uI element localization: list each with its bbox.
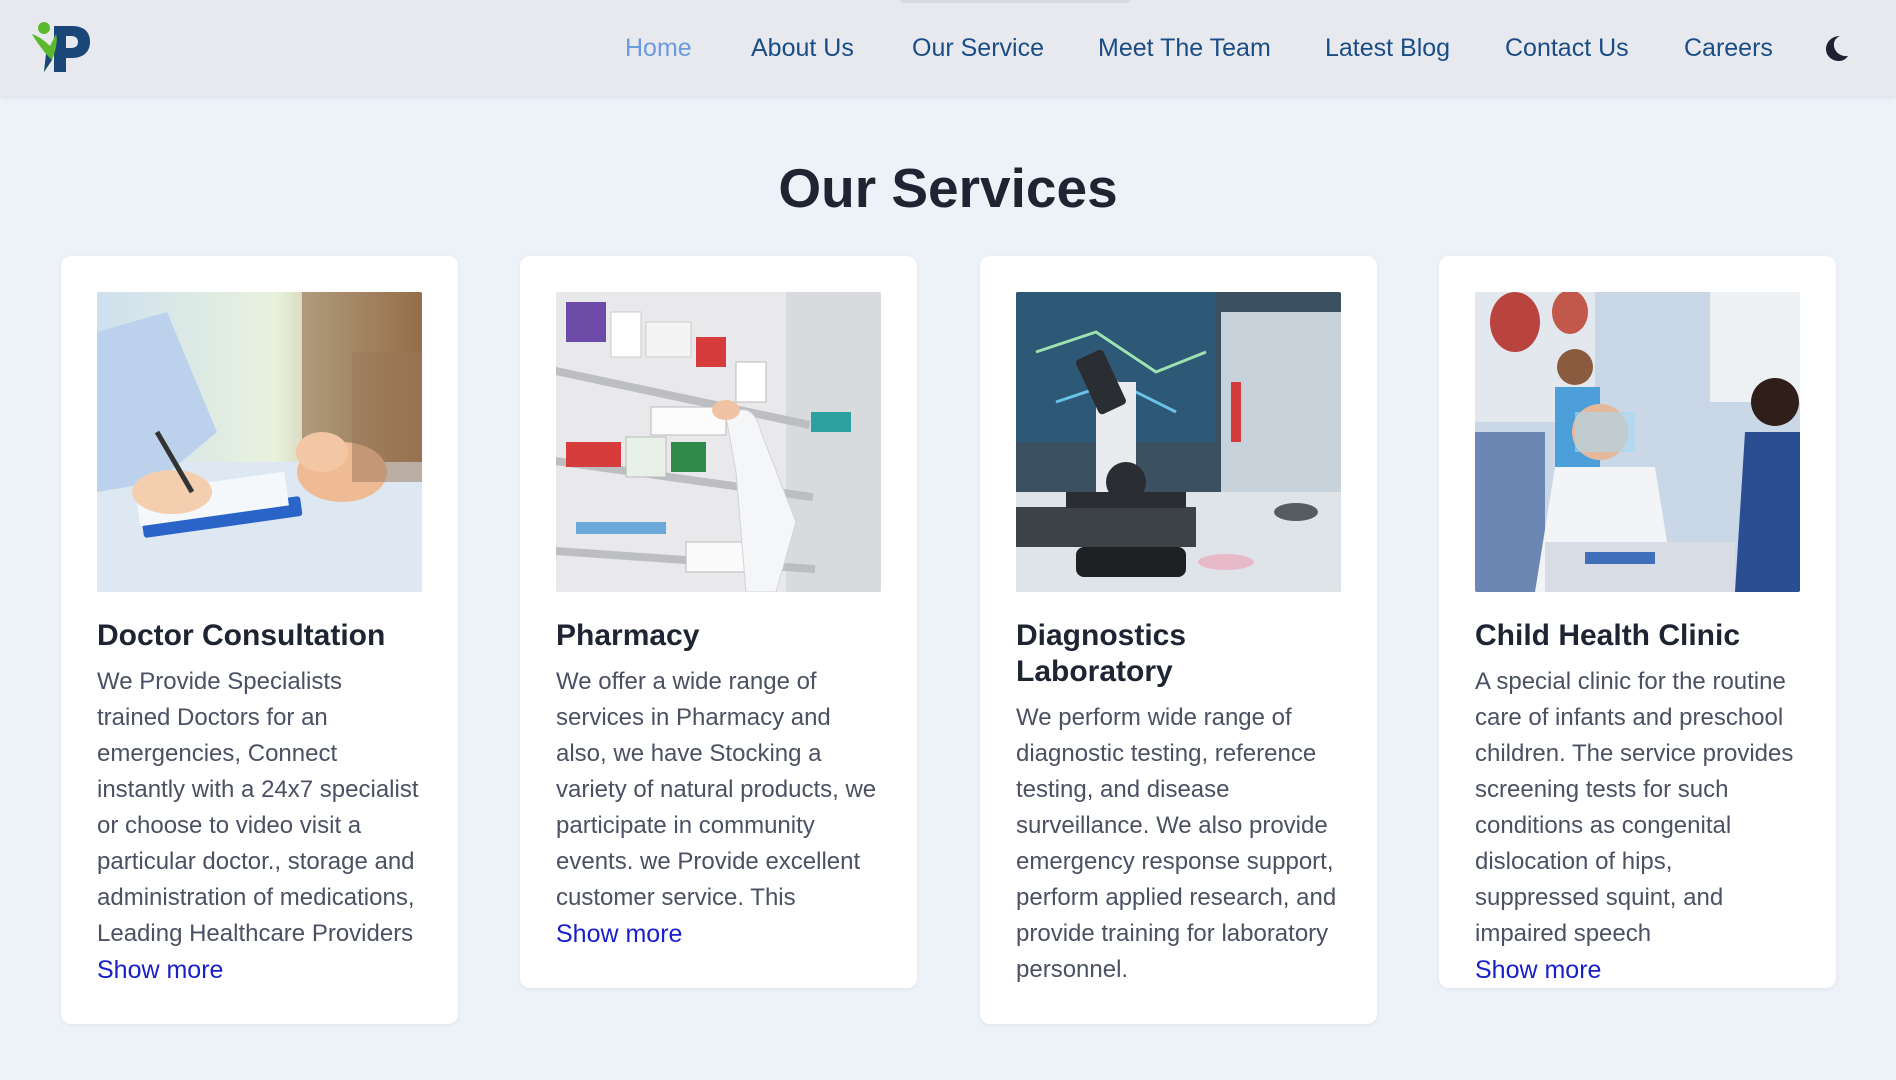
microscope-lab-image (1016, 292, 1341, 592)
pharmacy-shelves-image (556, 292, 881, 592)
card-title: Child Health Clinic (1475, 619, 1741, 652)
card-description: A special clinic for the routine care of… (1475, 668, 1794, 947)
card-description: We perform wide range of diagnostic test… (1016, 704, 1337, 983)
card-title: Doctor Consultation (97, 619, 386, 652)
service-card-diagnostics-laboratory: Diagnostics Laboratory We perform wide r… (980, 256, 1377, 1024)
card-description: We Provide Specialists trained Doctors f… (97, 668, 419, 947)
doctor-consultation-image (97, 292, 422, 592)
main-nav: Home About Us Our Service Meet The Team … (0, 0, 1896, 96)
nav-careers[interactable]: Careers (1684, 34, 1773, 63)
nav-meet-the-team[interactable]: Meet The Team (1098, 34, 1271, 63)
service-card-pharmacy: Pharmacy We offer a wide range of servic… (520, 256, 917, 988)
card-description: We offer a wide range of services in Pha… (556, 668, 877, 911)
services-title: Our Services (778, 157, 1118, 219)
nav-about-us[interactable]: About Us (751, 34, 854, 63)
service-card-child-health-clinic: Child Health Clinic A special clinic for… (1439, 256, 1836, 988)
nav-latest-blog[interactable]: Latest Blog (1325, 34, 1450, 63)
show-more-link[interactable]: Show more (97, 952, 422, 988)
show-more-link[interactable]: Show more (1475, 952, 1800, 988)
card-title: Pharmacy (556, 619, 700, 652)
show-more-link[interactable]: Show more (556, 916, 881, 952)
child-clinic-image (1475, 292, 1800, 592)
card-title: Diagnostics Laboratory (1016, 619, 1187, 688)
service-card-doctor-consultation: Doctor Consultation We Provide Specialis… (61, 256, 458, 1024)
nav-contact-us[interactable]: Contact Us (1505, 34, 1629, 63)
top-navbar: Home About Us Our Service Meet The Team … (0, 0, 1896, 96)
moon-icon[interactable] (1820, 32, 1852, 64)
nav-home[interactable]: Home (625, 34, 692, 63)
nav-our-service[interactable]: Our Service (912, 34, 1044, 63)
